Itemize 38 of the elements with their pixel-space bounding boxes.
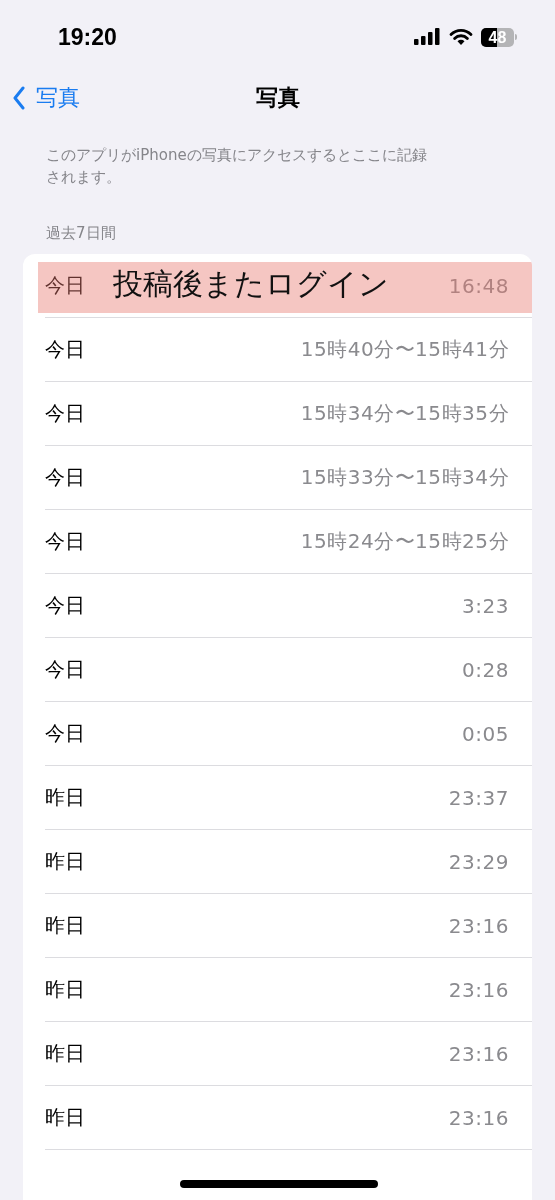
row-day: 今日 [45,720,85,747]
row-day: 今日 [45,464,85,491]
row-day: 昨日 [45,1104,85,1131]
row-day: 昨日 [45,784,85,811]
back-chevron-icon [12,86,26,110]
annotation-text: 投稿後またログイン [113,265,389,303]
row-time: 3:23 [462,593,509,618]
row-time: 15時40分〜15時41分 [300,336,509,363]
signal-icon [414,28,441,46]
row-time: 23:16 [448,1105,509,1130]
row-day: 今日 [45,656,85,683]
row-day: 今日 [45,272,85,299]
row-day: 今日 [45,400,85,427]
row-day: 今日 [45,528,85,555]
row-day: 昨日 [45,976,85,1003]
row-time: 23:37 [448,785,509,810]
row-time: 23:16 [448,1041,509,1066]
row-time: 16:48 [448,273,509,298]
nav-title: 写真 [255,84,300,112]
row-day: 昨日 [45,1040,85,1067]
row-time: 15時34分〜15時35分 [300,400,509,427]
battery-level: 48 [487,27,508,47]
row-day: 昨日 [45,848,85,875]
row-day: 今日 [45,592,85,619]
row-time: 23:16 [448,913,509,938]
wifi-icon [449,28,473,46]
row-time: 23:29 [448,849,509,874]
row-time: 15時33分〜15時34分 [300,464,509,491]
row-day: 今日 [45,336,85,363]
section-header: 過去7日間 [46,224,117,244]
row-time: 23:16 [448,977,509,1002]
row-time: 15時24分〜15時25分 [300,528,509,555]
status-time: 19:20 [58,23,117,51]
description-text: このアプリがiPhoneの写真にアクセスするとここに記録されます。 [46,145,428,188]
back-button[interactable]: 写真 [12,83,80,113]
row-day: 昨日 [45,912,85,939]
row-time: 0:28 [462,657,509,682]
row-time: 0:05 [462,721,509,746]
